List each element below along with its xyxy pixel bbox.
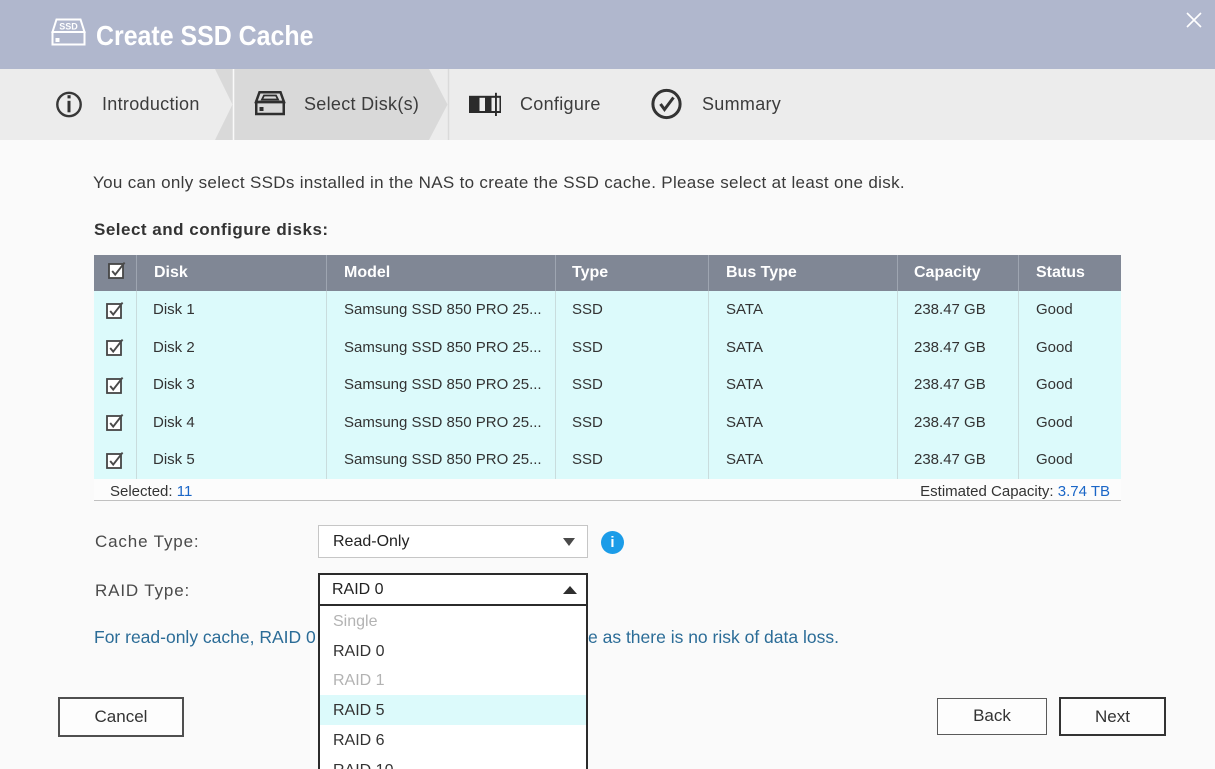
svg-text:SSD: SSD — [59, 22, 78, 32]
